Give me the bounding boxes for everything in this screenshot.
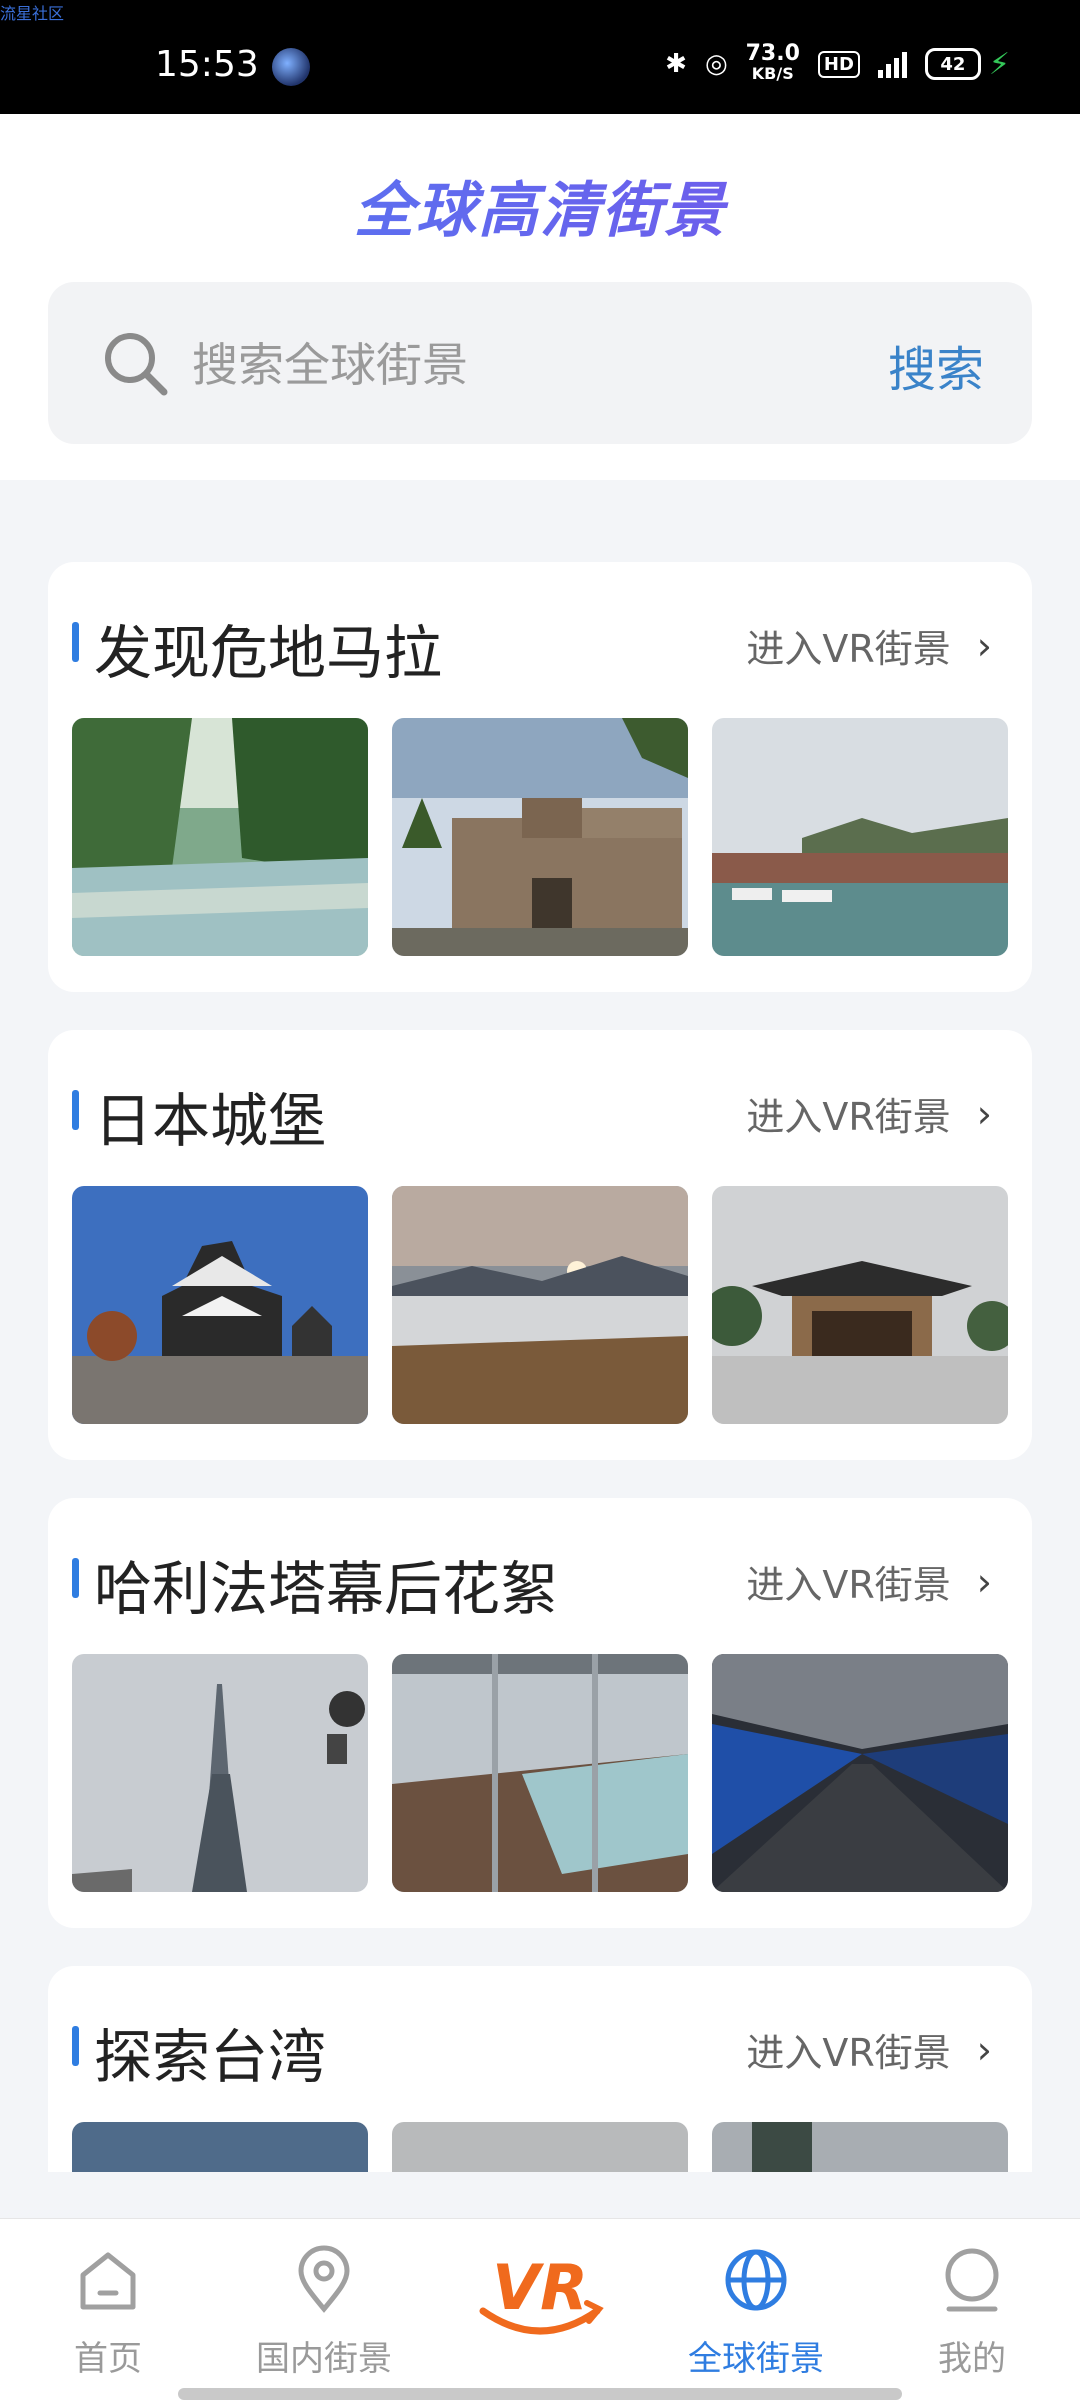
- nav-home-label: 首页: [74, 2339, 142, 2379]
- signal-icon: [877, 50, 907, 78]
- svg-text:VR: VR: [492, 2251, 588, 2324]
- thumbnail[interactable]: [392, 1186, 688, 1424]
- castle-image: [72, 1186, 368, 1424]
- header: 全球高清街景 搜索: [0, 114, 1080, 480]
- bottom-nav: 首页 国内街景 VR 全球街景 我的: [0, 2218, 1080, 2401]
- home-indicator[interactable]: [178, 2388, 902, 2400]
- nav-domestic[interactable]: 国内街景: [216, 2219, 432, 2401]
- thumbnail[interactable]: [72, 1186, 368, 1424]
- status-time: 15:53: [155, 44, 259, 85]
- section-accent-bar: [72, 622, 79, 662]
- fortress-image: [392, 718, 688, 956]
- nav-domestic-label: 国内街景: [256, 2339, 392, 2379]
- section-accent-bar: [72, 1558, 79, 1598]
- status-bar: 15:53 ✱ ◎ 73.0 KB/S HD 42 ⚡: [0, 0, 1080, 114]
- enter-vr-link[interactable]: 进入VR街景 ›: [746, 1086, 992, 1141]
- user-icon: [945, 2248, 999, 2312]
- app-title: 全球高清街景: [0, 162, 1080, 249]
- section-list: 发现危地马拉 进入VR街景 › 日本城堡 进入VR街景 › 哈利法塔幕后花絮 进…: [48, 562, 1032, 2172]
- chevron-right-icon: ›: [976, 1091, 992, 1136]
- thumbnail[interactable]: [392, 1654, 688, 1892]
- location-icon: ◎: [704, 49, 728, 79]
- thumbnail[interactable]: [712, 718, 1008, 956]
- river-forest-image: [72, 718, 368, 956]
- bluetooth-icon: ✱: [665, 49, 687, 79]
- section-title: 日本城堡: [94, 1087, 327, 1155]
- section-card: 探索台湾 进入VR街景 ›: [48, 1966, 1032, 2172]
- sea-of-clouds-image: [392, 1186, 688, 1424]
- net-speed: 73.0 KB/S: [745, 41, 800, 84]
- section-title: 发现危地马拉: [94, 619, 443, 687]
- search-icon: [105, 333, 168, 396]
- vr-logo-icon: VR: [479, 2251, 604, 2335]
- nav-vr[interactable]: VR: [432, 2219, 648, 2401]
- nav-mine-label: 我的: [938, 2339, 1006, 2379]
- watermark-text: 流星社区: [0, 4, 65, 23]
- charging-icon: ⚡: [988, 46, 1010, 82]
- chevron-right-icon: ›: [976, 623, 992, 668]
- nav-global[interactable]: 全球街景: [648, 2219, 864, 2401]
- status-icons: ✱ ◎ 73.0 KB/S HD 42 ⚡: [665, 41, 1010, 84]
- lake-town-image: [712, 718, 1008, 956]
- enter-vr-link[interactable]: 进入VR街景 ›: [746, 1554, 992, 1609]
- section-accent-bar: [72, 1090, 79, 1130]
- search-button[interactable]: 搜索: [888, 330, 984, 400]
- temple-image: [712, 1186, 1008, 1424]
- pool-deck-image: [392, 1654, 688, 1892]
- burj-khalifa-image: [72, 1654, 368, 1892]
- section-card: 发现危地马拉 进入VR街景 ›: [48, 562, 1032, 992]
- thumbnail[interactable]: [712, 1654, 1008, 1892]
- thumbnail[interactable]: [72, 2122, 368, 2172]
- globe-icon: [725, 2249, 787, 2311]
- hd-badge: HD: [817, 50, 860, 78]
- taiwan-building-image: [712, 2122, 1008, 2172]
- nav-global-label: 全球街景: [688, 2339, 824, 2379]
- taiwan-sky-image: [72, 2122, 368, 2172]
- thumbnail[interactable]: [72, 718, 368, 956]
- enter-vr-link[interactable]: 进入VR街景 ›: [746, 2022, 992, 2077]
- taiwan-fog-image: [392, 2122, 688, 2172]
- section-title: 哈利法塔幕后花絮: [94, 1555, 559, 1623]
- corridor-image: [712, 1654, 1008, 1892]
- home-icon: [80, 2252, 136, 2310]
- thumbnail[interactable]: [392, 718, 688, 956]
- section-accent-bar: [72, 2026, 79, 2066]
- app-notification-icon: [272, 48, 310, 86]
- thumbnail[interactable]: [712, 1186, 1008, 1424]
- battery-icon: 42: [924, 48, 981, 80]
- thumbnail[interactable]: [72, 1654, 368, 1892]
- nav-home[interactable]: 首页: [0, 2219, 216, 2401]
- section-title: 探索台湾: [94, 2023, 327, 2091]
- enter-vr-link[interactable]: 进入VR街景 ›: [746, 618, 992, 673]
- thumbnail[interactable]: [712, 2122, 1008, 2172]
- nav-mine[interactable]: 我的: [864, 2219, 1080, 2401]
- chevron-right-icon: ›: [976, 2027, 992, 2072]
- chevron-right-icon: ›: [976, 1559, 992, 1604]
- search-input[interactable]: [190, 322, 794, 408]
- location-pin-icon: [298, 2245, 350, 2313]
- section-card: 哈利法塔幕后花絮 进入VR街景 ›: [48, 1498, 1032, 1928]
- search-bar[interactable]: 搜索: [48, 282, 1032, 444]
- section-card: 日本城堡 进入VR街景 ›: [48, 1030, 1032, 1460]
- thumbnail[interactable]: [392, 2122, 688, 2172]
